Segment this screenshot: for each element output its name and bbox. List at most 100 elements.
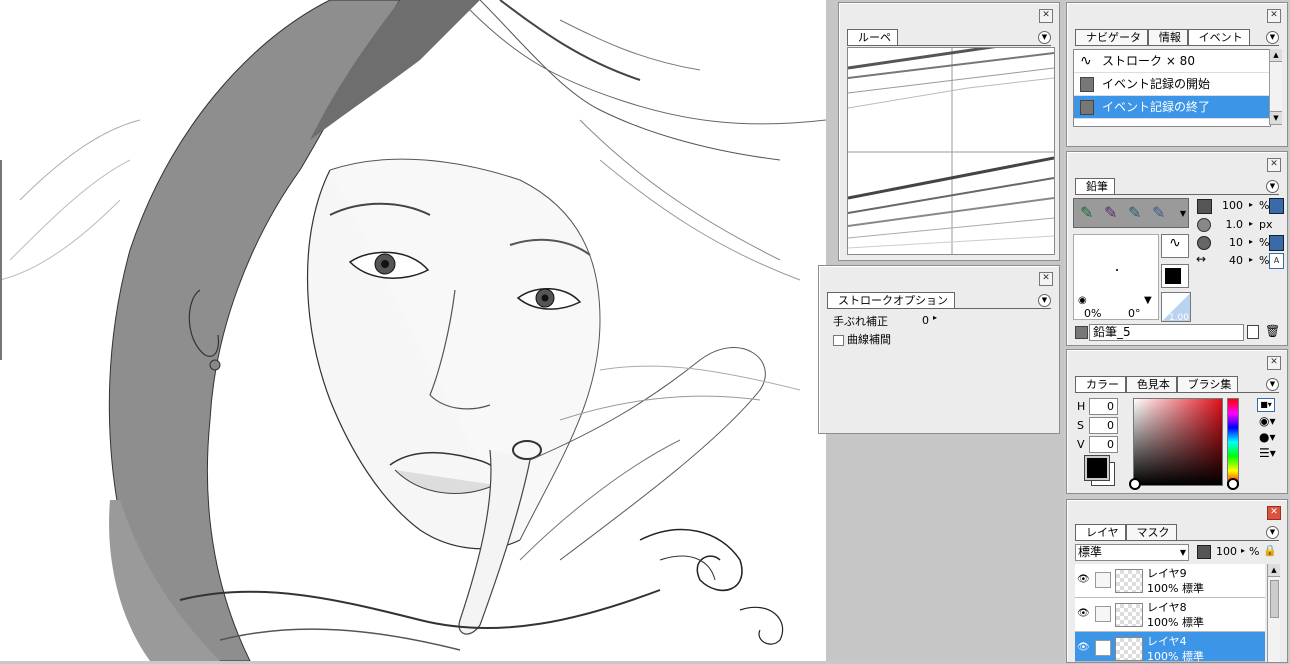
panel-menu-icon[interactable]: ▼ [1266,31,1279,44]
stabilizer-value[interactable]: 0 [907,313,932,328]
tab-navigator[interactable]: ナビゲータ [1075,29,1148,45]
color-swatch-button[interactable] [1161,264,1189,288]
blend-mode-select[interactable]: 標準 ▼ [1075,544,1189,561]
drawing-canvas[interactable] [0,0,826,661]
v-value[interactable]: 0 [1089,436,1118,453]
pencil-tool-strip[interactable]: ✎ ✎ ✎ ✎ ▼ [1073,198,1189,228]
close-icon[interactable]: ✕ [1267,158,1281,172]
preset-name-field[interactable]: 鉛筆_5 [1089,324,1244,341]
spacing-arrow-icon[interactable]: ▸ [1249,255,1253,264]
stroke-shape-button[interactable]: ∿ [1161,234,1189,258]
h-value[interactable]: 0 [1089,398,1118,415]
size-value[interactable]: 1.0 [1215,217,1246,232]
pressure-curve[interactable]: 1.00 [1161,292,1191,323]
loupe-magnified-image [848,48,1054,254]
flow-arrow-icon[interactable]: ▸ [1249,237,1253,246]
stabilizer-label: 手ぶれ補正 [833,315,888,328]
close-icon[interactable]: ✕ [1267,9,1281,23]
layer-opacity-value[interactable]: 100 [1213,544,1240,559]
close-icon[interactable]: ✕ [1267,506,1281,520]
eye-icon[interactable]: 👁 [1077,608,1091,620]
lock-icon[interactable]: 🔒 [1263,544,1277,557]
tab-pencil[interactable]: 鉛筆 [1075,178,1115,194]
spacing-value[interactable]: 40 [1215,253,1246,268]
size-arrow-icon[interactable]: ▸ [1249,219,1253,228]
loupe-tabrow: ルーペ ▼ [847,29,1051,46]
tab-stroke-options[interactable]: ストロークオプション [827,292,955,308]
layer-opacity-arrow-icon[interactable]: ▸ [1241,546,1245,555]
flow-icon [1197,236,1211,250]
hue-picker-handle[interactable] [1227,478,1239,490]
color-mode-wheel-icon[interactable]: ◉▾ [1259,414,1276,428]
tab-events[interactable]: イベント [1187,29,1250,45]
tab-mask[interactable]: マスク [1125,524,1177,540]
color-tabrow: カラー 色見本 ブラシ集 ▼ [1075,376,1279,393]
curve-interp-checkbox[interactable] [833,335,844,346]
list-item[interactable]: イベント記録の終了 [1074,96,1270,119]
panel-menu-icon[interactable]: ▼ [1266,180,1279,193]
chevron-down-icon[interactable]: ▼ [1180,209,1186,218]
tab-swatches[interactable]: 色見本 [1125,376,1177,392]
pencil-tabrow: 鉛筆 ▼ [1075,178,1279,195]
list-item[interactable]: ∿ ストローク × 80 [1074,50,1270,73]
panel-menu-icon[interactable]: ▼ [1038,31,1051,44]
panel-menu-icon[interactable]: ▼ [1266,526,1279,539]
event-list-scrollbar[interactable]: ▲ ▼ [1269,49,1282,125]
opacity-unit: % [1259,199,1270,212]
flow-pressure-toggle-icon[interactable] [1269,235,1284,251]
event-list: ∿ ストローク × 80 イベント記録の開始 イベント記録の終了 [1073,49,1271,127]
layer-mode: 100% 標準 [1147,582,1204,595]
history-tabrow: ナビゲータ 情報 イベント ▼ [1075,29,1279,46]
layer-link-toggle[interactable] [1095,572,1111,588]
sv-color-field[interactable] [1133,398,1223,486]
tab-color[interactable]: カラー [1075,376,1126,392]
layer-link-toggle[interactable] [1095,606,1111,622]
scroll-up-icon[interactable]: ▲ [1270,49,1282,62]
pencil-blue-icon: ✎ [1128,203,1142,222]
eye-icon[interactable]: 👁 [1077,574,1091,586]
loupe-view[interactable] [847,47,1055,255]
list-item[interactable]: イベント記録の開始 [1074,73,1270,96]
close-icon[interactable]: ✕ [1039,272,1053,286]
scroll-up-icon[interactable]: ▲ [1268,564,1280,577]
close-icon[interactable]: ✕ [1039,9,1053,23]
opacity-value[interactable]: 100 [1215,198,1246,213]
layer-row[interactable]: 👁 レイヤ8 100% 標準 [1075,598,1265,632]
pressure-toggle-icon[interactable] [1269,198,1284,214]
new-preset-icon[interactable] [1247,325,1259,339]
flow-value[interactable]: 10 [1215,235,1246,250]
curve-interp-label: 曲線補間 [847,333,891,346]
tab-loupe[interactable]: ルーペ [847,29,898,45]
layer-row[interactable]: 👁 レイヤ9 100% 標準 [1075,564,1265,598]
hue-slider[interactable] [1227,398,1239,486]
chevron-down-icon[interactable]: ▼ [1144,295,1152,306]
panel-menu-icon[interactable]: ▼ [1266,378,1279,391]
layer-row[interactable]: 👁 レイヤ4 100% 標準 [1075,632,1265,663]
foreground-color-swatch[interactable] [1084,455,1110,481]
tab-layer[interactable]: レイヤ [1075,524,1126,540]
color-mode-circle-icon[interactable]: ●▾ [1259,430,1276,444]
angle-deg: 0° [1128,307,1141,320]
tab-brush-set[interactable]: ブラシ集 [1176,376,1239,392]
close-icon[interactable]: ✕ [1267,356,1281,370]
layer-mode: 100% 標準 [1147,650,1204,663]
panel-menu-icon[interactable]: ▼ [1038,294,1051,307]
layer-list-scrollbar[interactable]: ▲ [1267,564,1280,662]
trash-icon[interactable]: 🗑 [1265,324,1280,338]
aa-toggle-icon[interactable]: A [1269,253,1284,269]
tab-info[interactable]: 情報 [1147,29,1188,45]
eye-icon[interactable]: 👁 [1077,642,1091,654]
stabilizer-arrow-icon[interactable]: ▸ [933,313,937,322]
rotate-icon[interactable]: ◉ [1078,295,1087,306]
sv-picker-handle[interactable] [1129,478,1141,490]
pencil-edit-icon[interactable] [1095,640,1111,656]
scroll-down-icon[interactable]: ▼ [1270,111,1282,125]
color-mode-square-icon[interactable]: ■▾ [1257,398,1275,412]
pressure-value: 1.00 [1168,313,1189,323]
opacity-arrow-icon[interactable]: ▸ [1249,200,1253,209]
color-mode-list-icon[interactable]: ☰▾ [1259,446,1276,460]
preset-icon [1075,326,1088,339]
v-label: V [1077,438,1085,451]
scroll-thumb[interactable] [1270,580,1279,618]
s-value[interactable]: 0 [1089,417,1118,434]
